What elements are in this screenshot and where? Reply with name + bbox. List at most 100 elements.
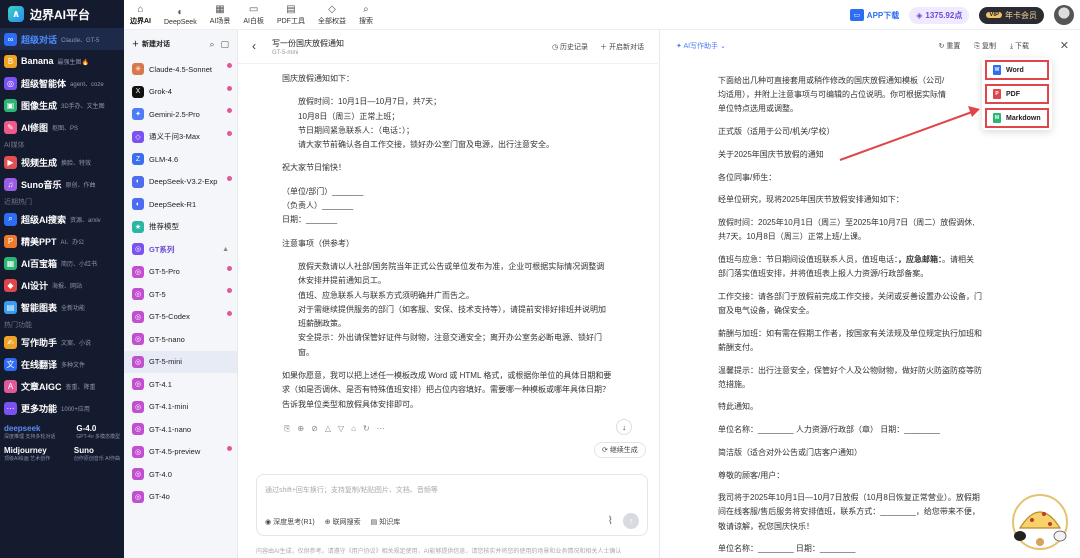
sidebar-item-1[interactable]: B Banana 最强生图🔥 xyxy=(0,50,124,72)
aigc-icon: A xyxy=(4,379,17,393)
model-item[interactable]: ◎ GT-5-mini xyxy=(124,350,237,373)
points-badge[interactable]: ◈ 1375.92点 xyxy=(909,6,970,24)
model-item[interactable]: ◎ GT-4.0 xyxy=(124,463,237,486)
new-badge-dot xyxy=(227,85,232,91)
model-item[interactable]: ◇ 通义千问3-Max xyxy=(124,126,237,149)
reset-button[interactable]: ↻ 重置 xyxy=(939,41,961,51)
message-tool-icon-0[interactable]: ⎘ xyxy=(284,424,290,434)
vip-badge[interactable]: VIP 年卡会员 xyxy=(979,6,1044,24)
sidebar-item-1[interactable]: P 精美PPT AI、办公 xyxy=(0,230,124,252)
model-item[interactable]: ◐ DeepSeek-R1 xyxy=(124,193,237,216)
sidebar-item-2[interactable]: A 文章AIGC 查重、降重 xyxy=(0,375,124,397)
ai-writing-assistant-dropdown[interactable]: ✦ AI写作助手 ⌄ xyxy=(676,41,726,51)
download-button[interactable]: ⤓ 下载 xyxy=(1010,41,1029,51)
model-item[interactable]: ◎ GT-4o xyxy=(124,486,237,509)
sidebar-item-2[interactable]: ▦ AI百宝箱 简历、小红书 xyxy=(0,252,124,274)
deepseek-logo[interactable]: deepseek xyxy=(4,424,55,433)
model-icon: ◎ xyxy=(132,333,144,346)
message-tool-icon-5[interactable]: ⌂ xyxy=(351,424,356,434)
app-download-button[interactable]: ▭ APP下载 xyxy=(849,9,899,21)
sidebar-item-label: AI修图 xyxy=(21,122,49,133)
collapse-icon[interactable]: ▢ xyxy=(220,39,229,50)
write-icon: ✍ xyxy=(4,335,17,349)
sidebar-item-4[interactable]: ✎ AI修图 抠图、PS xyxy=(0,116,124,138)
top-nav-item-5[interactable]: ◇ 全部权益 xyxy=(318,5,346,26)
download-pdf-option[interactable]: P PDF xyxy=(985,84,1049,104)
sidebar-item-0[interactable]: ✍ 写作助手 文案、小说 xyxy=(0,331,124,353)
model-item[interactable]: ◎ GT-5-nano xyxy=(124,328,237,351)
refresh-icon: ⟳ xyxy=(602,447,610,454)
message-tool-icon-1[interactable]: ⊕ xyxy=(297,424,304,434)
sidebar-item-4[interactable]: ▤ 智能图表 全新功能 xyxy=(0,296,124,318)
message-tool-icon-6[interactable]: ↻ xyxy=(363,424,370,434)
model-item[interactable]: ◎ GT-5 xyxy=(124,283,237,306)
top-nav-item-6[interactable]: ⌕ 搜索 xyxy=(359,5,373,26)
sidebar-item-2[interactable]: ◎ 超级智能体 agent、coze xyxy=(0,72,124,94)
top-nav-item-2[interactable]: ▦ AI场景 xyxy=(210,5,231,26)
close-icon[interactable]: ✕ xyxy=(1060,39,1069,52)
sidebar-item-3[interactable]: ⋯ 更多功能 1000+应用 xyxy=(0,397,124,419)
history-button[interactable]: ◷ 历史记录 xyxy=(552,42,588,52)
search-icon[interactable]: ⌕ xyxy=(209,39,214,50)
sidebar-item-3[interactable]: ▣ 图像生成 3D手办、文生图 xyxy=(0,94,124,116)
knowledge-base-toggle[interactable]: ▤ 知识库 xyxy=(371,517,401,527)
model-item[interactable]: ◎ GT-4.1-mini xyxy=(124,396,237,419)
model-group-gt[interactable]: ◎ GT系列 ▲ xyxy=(124,238,237,261)
attach-icon[interactable]: ⌇ xyxy=(608,514,613,527)
model-item[interactable]: ◎ GT-5-Codex xyxy=(124,306,237,329)
top-nav-item-4[interactable]: ▤ PDF工具 xyxy=(277,5,305,26)
midjourney-logo[interactable]: Midjourney xyxy=(4,446,50,455)
copy-button[interactable]: ⎘ 复制 xyxy=(974,41,996,51)
sidebar-item-sub: agent、coze xyxy=(70,81,104,88)
sidebar-item-1[interactable]: ♫ Suno音乐 原创、作曲 xyxy=(0,173,124,195)
model-item[interactable]: X Grok-4 xyxy=(124,81,237,104)
brand[interactable]: ∧ 边界AI平台 xyxy=(0,0,124,28)
model-item[interactable]: ◎ GT-4.5-preview xyxy=(124,441,237,464)
sidebar-item-0[interactable]: ∞ 超级对话 Claude、GT-5 xyxy=(0,28,124,50)
deep-think-toggle[interactable]: ◉ 深度思考(R1) xyxy=(265,517,315,527)
document-text: 间在线客服/售后服务将安排值班，联系方式：________，给您带来不便， xyxy=(718,507,980,517)
message-tool-icon-7[interactable]: ⋯ xyxy=(377,424,385,434)
message-composer[interactable]: 通过shift+回车换行；支持复制/粘贴图片、文档、音频等 ◉ 深度思考(R1) … xyxy=(256,474,648,536)
document-text: 关于2025年国庆节放假的通知 xyxy=(718,149,824,159)
model-item[interactable]: ◎ GT-4.1-nano xyxy=(124,418,237,441)
model-item[interactable]: Z GLM-4.6 xyxy=(124,148,237,171)
scroll-down-button[interactable]: ↓ xyxy=(616,419,632,435)
model-item[interactable]: ◐ DeepSeek-V3.2-Exp xyxy=(124,171,237,194)
message-line: 日期：_______ xyxy=(282,215,338,225)
new-conversation-button[interactable]: ＋ 开启新对话 xyxy=(600,42,644,52)
send-button[interactable]: ↑ xyxy=(623,513,639,529)
download-word-option[interactable]: W Word xyxy=(985,60,1049,80)
sidebar-item-1[interactable]: 文在线翻译 多种文件 xyxy=(0,353,124,375)
benefits-icon: ◇ xyxy=(328,4,336,15)
model-item[interactable]: ★ 推荐模型 xyxy=(124,216,237,239)
new-chat-button[interactable]: ＋ 新建对话 xyxy=(132,39,170,49)
history-label: 历史记录 xyxy=(560,44,589,51)
download-markdown-option[interactable]: M Markdown xyxy=(985,108,1049,128)
avatar[interactable] xyxy=(1054,5,1074,25)
model-item[interactable]: ✳ Claude-4.5-Sonnet xyxy=(124,58,237,81)
top-nav-item-3[interactable]: ▭ AI白板 xyxy=(243,5,264,26)
model-item[interactable]: ◎ GT-4.1 xyxy=(124,373,237,396)
g4-logo[interactable]: G-4.0 xyxy=(76,424,120,433)
suno-logo[interactable]: Suno xyxy=(74,446,120,455)
message-tool-icon-2[interactable]: ⊘ xyxy=(311,424,318,434)
sidebar-item-0[interactable]: ▶ 视频生成 换脸、特效 xyxy=(0,151,124,173)
message-tool-icon-3[interactable]: △ xyxy=(325,424,331,434)
sidebar-item-3[interactable]: ◆ AI设计 海报、网站 xyxy=(0,274,124,296)
model-icon: ◎ xyxy=(132,265,144,278)
message-line: 安全提示：外出请保管好证件与财物，注意交通安全；离开办公室务必断电源、锁好门 xyxy=(298,333,602,343)
model-item[interactable]: ◎ GT-5-Pro xyxy=(124,261,237,284)
model-label: DeepSeek-R1 xyxy=(149,199,197,209)
partner-logos: deepseek 深度推理 支持多轮对话 G-4.0 GPT-4o 多模态模型 … xyxy=(0,419,124,467)
back-icon[interactable]: ‹ xyxy=(252,39,256,53)
top-nav-item-1[interactable]: ◐ DeepSeek xyxy=(164,8,197,27)
message-line: 注意事项（供参考） xyxy=(282,238,354,248)
sidebar-item-0[interactable]: ⌕ 超级AI搜索 资源、arxiv xyxy=(0,208,124,230)
continue-generate-button[interactable]: ⟳ 继续生成 xyxy=(594,442,646,458)
top-nav-item-0[interactable]: ⌂ 边界AI xyxy=(130,5,151,26)
message-tool-icon-4[interactable]: ▽ xyxy=(338,424,344,434)
model-item[interactable]: ✦ Gemini-2.5-Pro xyxy=(124,103,237,126)
web-search-toggle[interactable]: ⊕ 联网搜索 xyxy=(325,517,361,527)
